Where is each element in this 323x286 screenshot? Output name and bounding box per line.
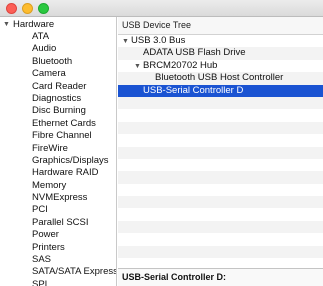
tree-row-empty — [118, 184, 323, 196]
tree-row-empty — [118, 171, 323, 184]
disclosure-triangle-down-icon[interactable]: ▼ — [3, 19, 13, 31]
sidebar-item[interactable]: Diagnostics — [0, 93, 116, 105]
tree-row[interactable]: ▼ USB 3.0 Bus — [118, 35, 323, 47]
sidebar-item[interactable]: Graphics/Displays — [0, 155, 116, 167]
tree-row-label: Bluetooth USB Host Controller — [155, 72, 284, 84]
sidebar-list: ATA Audio Bluetooth Camera Card Reader Diagno… — [0, 31, 116, 286]
sidebar-item[interactable]: SATA/SATA Express — [0, 266, 116, 278]
device-tree-header: USB Device Tree — [118, 17, 323, 35]
tree-row[interactable]: Bluetooth USB Host Controller — [118, 72, 323, 85]
tree-row-empty — [118, 109, 323, 121]
sidebar-item[interactable]: ATA — [0, 31, 116, 43]
minimize-window-button[interactable] — [22, 3, 33, 14]
disclosure-triangle-down-icon[interactable]: ▼ — [134, 61, 143, 73]
tree-row-empty — [118, 134, 323, 146]
sidebar-item[interactable]: Camera — [0, 68, 116, 80]
tree-row-empty — [118, 121, 323, 135]
tree-row-empty — [118, 96, 323, 110]
tree-row-empty — [118, 245, 323, 259]
sidebar-item[interactable]: Power — [0, 229, 116, 241]
sidebar-item[interactable]: FireWire — [0, 143, 116, 155]
sidebar-item[interactable]: Fibre Channel — [0, 130, 116, 142]
sidebar-item[interactable]: Audio — [0, 43, 116, 55]
tree-row-empty — [118, 208, 323, 220]
tree-row-label: ADATA USB Flash Drive — [143, 47, 246, 59]
window-titlebar — [0, 0, 323, 17]
close-window-button[interactable] — [6, 3, 17, 14]
usb-device-tree: ▼ USB 3.0 Bus ADATA USB Flash Drive ▼ BRCM20… — [118, 35, 323, 268]
sidebar-item[interactable]: Memory — [0, 180, 116, 192]
sidebar-item[interactable]: Ethernet Cards — [0, 118, 116, 130]
tree-row-empty — [118, 146, 323, 159]
sidebar-item[interactable]: SAS — [0, 254, 116, 266]
sidebar-section-label: Hardware — [13, 19, 55, 30]
tree-row[interactable]: ADATA USB Flash Drive — [118, 47, 323, 60]
tree-row-empty — [118, 233, 323, 245]
tree-row-label: BRCM20702 Hub — [143, 59, 218, 71]
sidebar-item[interactable]: Parallel SCSI — [0, 217, 116, 229]
tree-row-empty — [118, 220, 323, 234]
sidebar-item[interactable]: Bluetooth — [0, 56, 116, 68]
main-pane: USB Device Tree ▼ USB 3.0 Bus ADATA USB Fl… — [118, 17, 323, 286]
sidebar-item[interactable]: SPI — [0, 279, 116, 286]
sidebar-section-hardware[interactable]: ▼ Hardware — [3, 19, 54, 31]
sidebar-item[interactable]: Card Reader — [0, 81, 116, 93]
tree-row-empty — [118, 196, 323, 209]
sidebar-item[interactable]: Hardware RAID — [0, 167, 116, 179]
tree-row-empty — [118, 258, 323, 268]
tree-row[interactable]: USB-Serial Controller D — [118, 84, 323, 97]
disclosure-triangle-down-icon[interactable]: ▼ — [122, 36, 131, 48]
details-title: USB-Serial Controller D: — [118, 268, 323, 286]
sidebar: ▼ Hardware ATA Audio Bluetooth Camera Card R… — [0, 17, 117, 286]
sidebar-item[interactable]: Printers — [0, 242, 116, 254]
tree-row-label: USB 3.0 Bus — [131, 35, 186, 46]
sidebar-item[interactable]: NVMExpress — [0, 192, 116, 204]
sidebar-item[interactable]: Disc Burning — [0, 105, 116, 117]
tree-row-empty — [118, 159, 323, 171]
zoom-window-button[interactable] — [38, 3, 49, 14]
tree-row-label: USB-Serial Controller D — [143, 84, 244, 96]
sidebar-item[interactable]: PCI — [0, 204, 116, 216]
tree-row[interactable]: ▼ BRCM20702 Hub — [118, 60, 323, 72]
